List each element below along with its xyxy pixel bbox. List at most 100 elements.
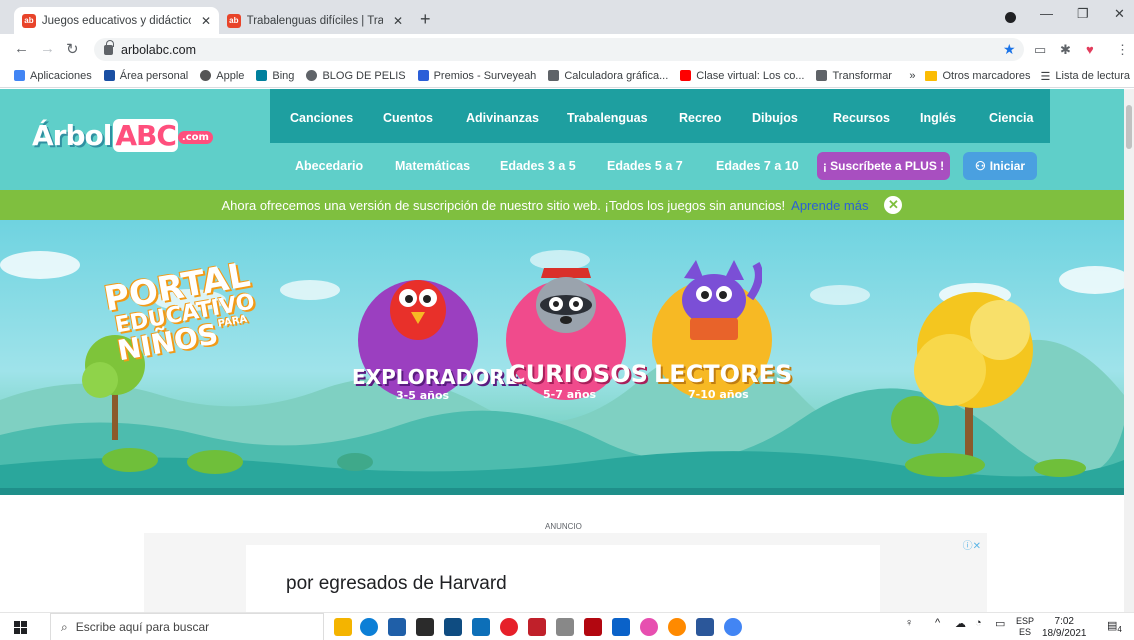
app-icon-2[interactable] [528,618,546,636]
subscription-banner: Ahora ofrecemos una versión de suscripci… [0,190,1124,220]
edge-icon[interactable] [360,618,378,636]
menu-cuentos[interactable]: Cuentos [383,111,433,125]
taskbar-search[interactable]: ⌕ Escribe aquí para buscar [50,613,324,640]
bookmark-blog-de-pelis[interactable]: BLOG DE PELIS [306,70,406,82]
chrome-icon[interactable] [724,618,742,636]
exploradores-ages: 3-5 años [396,389,450,402]
reading-mode-icon[interactable]: ▭ [1034,42,1046,58]
login-button[interactable]: ⚇ Iniciar [963,152,1037,180]
minimize-icon[interactable]: — [1040,6,1053,21]
language-indicator[interactable]: ESP ES [1016,616,1034,638]
ad-container[interactable]: ⓘ✕ por egresados de Harvard [144,533,987,612]
tab-title: Juegos educativos y didácticos o [41,14,191,27]
tab-title: Trabalenguas difíciles | Trabaleng [246,14,383,27]
menu-matematicas[interactable]: Matemáticas [395,159,470,173]
photos-icon[interactable] [388,618,406,636]
tray-chevron-icon[interactable]: ^ [935,617,940,629]
curiosos-label: CURIOSOS [508,360,648,388]
bookmark-otros-marcadores[interactable]: Otros marcadores [925,70,1031,82]
learn-more-link[interactable]: Aprende más [791,198,868,213]
tab-active[interactable]: ab Juegos educativos y didácticos o ✕ [14,7,219,34]
bookmarks-right: » Otros marcadores ☰ Lista de lectura [909,64,1130,88]
menu-adivinanzas[interactable]: Adivinanzas [466,111,539,125]
new-tab-icon[interactable]: + [420,9,431,30]
bookmark-star-icon[interactable]: ★ [1003,41,1016,58]
page-scrollbar[interactable] [1124,89,1134,612]
bookmarks-overflow-icon[interactable]: » [909,70,915,82]
browser-toolbar: ← → ↻ arbolabc.com ★ ▭ ✱ ♥ ⋮ [0,34,1134,64]
bookmark-bing[interactable]: Bing [256,70,294,82]
lang-bottom: ES [1019,627,1032,637]
apple-icon [200,70,212,81]
url-text: arbolabc.com [121,42,197,57]
bookmark-transformar[interactable]: Transformar [816,70,892,82]
close-banner-icon[interactable]: ✕ [884,196,903,214]
bookmark-clase-virtual[interactable]: Clase virtual: Los co... [680,70,804,82]
globe-icon [306,70,318,81]
word-icon[interactable] [696,618,714,636]
cloud-icon[interactable]: ☁ [955,617,966,630]
itunes-icon[interactable] [640,618,658,636]
store-icon[interactable] [416,618,434,636]
close-tab-icon[interactable]: ✕ [201,14,211,28]
back-icon[interactable]: ← [14,40,29,57]
bookmark-label: Área personal [119,69,189,82]
lectores-label: LECTORES [654,360,793,388]
bookmark-calculadora[interactable]: Calculadora gráfica... [548,70,668,82]
app-icon-3[interactable] [556,618,574,636]
extensions-icon[interactable]: ✱ [1060,42,1071,58]
menu-ingles[interactable]: Inglés [920,111,956,125]
scrollbar-thumb[interactable] [1126,105,1132,149]
site-logo[interactable]: Árbol ABC .com [32,119,213,152]
bookmark-apps[interactable]: Aplicaciones [14,70,92,82]
app-icon-1[interactable] [444,618,462,636]
reload-icon[interactable]: ↻ [66,40,79,58]
app-icon-4[interactable] [612,618,630,636]
reading-list-icon: ☰ [1040,70,1051,83]
people-icon[interactable]: ♀ [905,617,913,629]
wifi-icon[interactable]: ◔ [975,617,982,629]
menu-edades-5-7[interactable]: Edades 5 a 7 [607,159,683,173]
forward-icon[interactable]: → [40,40,55,57]
ad-headline[interactable]: por egresados de Harvard [286,573,507,595]
banner-text: Ahora ofrecemos una versión de suscripci… [221,197,786,213]
netflix-icon[interactable] [584,618,602,636]
search-icon: ⌕ [61,619,68,634]
menu-dibujos[interactable]: Dibujos [752,111,798,125]
menu-icon[interactable]: ⋮ [1116,42,1129,58]
profile-icon[interactable] [1005,12,1016,23]
menu-trabalenguas[interactable]: Trabalenguas [567,111,648,125]
menu-abecedario[interactable]: Abecedario [295,159,363,173]
clock-time: 7:02 [1054,616,1074,627]
windows-start-icon[interactable] [14,621,27,634]
address-bar[interactable]: arbolabc.com [94,38,1024,61]
taskbar-clock[interactable]: 7:02 18/9/2021 [1042,616,1087,640]
login-label: Iniciar [989,159,1026,173]
task-view-icon[interactable] [334,618,352,636]
site-header: Árbol ABC .com Canciones Cuentos Adivinanz… [0,89,1124,190]
reading-list-button[interactable]: ☰ Lista de lectura [1041,70,1130,83]
menu-canciones[interactable]: Canciones [290,111,353,125]
tab-inactive[interactable]: ab Trabalenguas difíciles | Trabaleng ✕ [219,7,411,34]
menu-recreo[interactable]: Recreo [679,111,721,125]
menu-recursos[interactable]: Recursos [833,111,890,125]
extension-heart-icon[interactable]: ♥ [1086,42,1094,57]
bookmark-area-personal[interactable]: Área personal [103,69,189,82]
app-icon-5[interactable] [668,618,686,636]
bookmark-apple[interactable]: Apple [200,70,244,82]
close-tab-icon[interactable]: ✕ [393,14,403,28]
subscribe-plus-button[interactable]: ¡ Suscríbete a PLUS ! [817,152,950,180]
mail-icon[interactable] [472,618,490,636]
menu-edades-3-5[interactable]: Edades 3 a 5 [500,159,576,173]
close-window-icon[interactable]: ✕ [1114,6,1125,22]
user-add-icon: ⚇ [974,159,986,173]
cat-icon [682,260,762,340]
menu-ciencia[interactable]: Ciencia [989,111,1033,125]
notifications-icon[interactable]: ▤4 [1107,619,1122,634]
battery-icon[interactable]: ▭ [995,617,1005,630]
bookmark-surveyeah[interactable]: Premios - Surveyeah [417,70,536,82]
ad-choices-icon[interactable]: ⓘ✕ [963,537,981,552]
app-icon-m[interactable] [500,618,518,636]
restore-icon[interactable]: ❐ [1077,6,1089,22]
menu-edades-7-10[interactable]: Edades 7 a 10 [716,159,799,173]
